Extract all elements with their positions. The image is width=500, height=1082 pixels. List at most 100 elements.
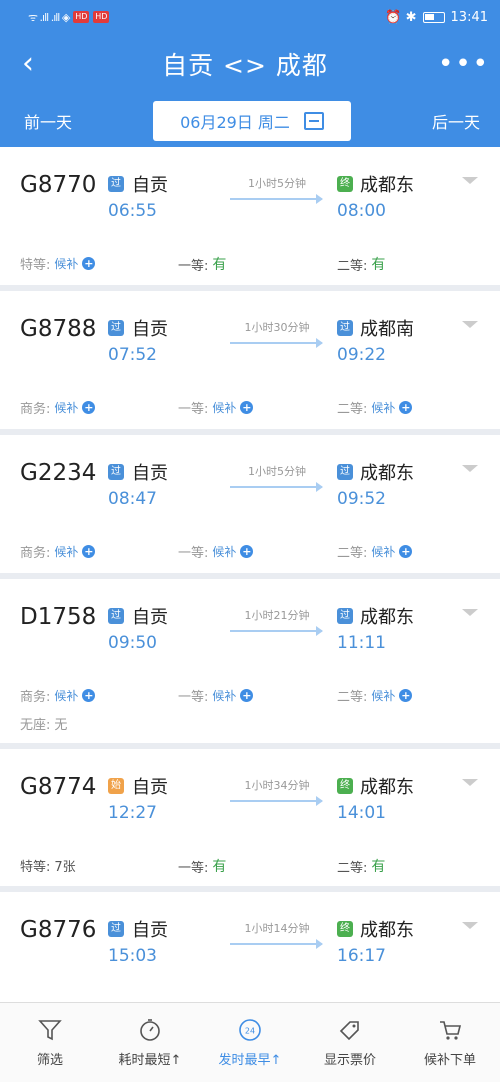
seat-status: 候补 — [54, 257, 79, 271]
train-list: G8770 过自贡 06:55 1小时5分钟终成都东 08:00 特等: 候补 + 一等: 有二等… — [0, 147, 500, 1002]
station-type-icon: 终 — [337, 921, 353, 937]
nav-item-price-tag[interactable]: 显示票价 — [300, 1003, 400, 1082]
travel-duration: 1小时34分钟 — [244, 779, 310, 792]
travel-duration: 1小时5分钟 — [248, 177, 306, 190]
bottom-nav: 筛选 耗时最短↑ 24 发时最早↑ 显示票价 候补下单 — [0, 1002, 500, 1082]
departure-time: 15:03 — [108, 946, 157, 966]
plus-icon[interactable]: + — [82, 545, 96, 558]
plus-icon[interactable]: + — [82, 689, 96, 702]
seat-status: 候补 — [212, 689, 237, 703]
plus-icon[interactable]: + — [399, 401, 413, 414]
nav-label: 发时最早↑ — [218, 1053, 282, 1068]
seat-availability[interactable]: 一等: 候补 + — [178, 686, 254, 705]
train-card[interactable]: G8788 过自贡 07:52 1小时30分钟过成都南 09:22 商务: 候补 + 一等: 候补… — [0, 291, 500, 429]
station-type-icon: 终 — [337, 778, 353, 794]
departure-time: 08:47 — [108, 489, 157, 509]
arrival-time: 09:22 — [337, 345, 386, 365]
departure-station: 自贡 — [132, 319, 168, 340]
arrow-icon — [230, 939, 323, 949]
train-card[interactable]: G8776 过自贡 15:03 1小时14分钟 终成都东 16:17 — [0, 892, 500, 1002]
station-type-icon: 过 — [337, 464, 353, 480]
back-icon[interactable]: ‹ — [22, 49, 52, 79]
nav-item-clock24[interactable]: 24 发时最早↑ — [200, 1003, 300, 1082]
arrival-time: 09:52 — [337, 489, 386, 509]
status-left: ᯤ .ıll .ıll ◈ HD HD — [28, 10, 110, 25]
plus-icon[interactable]: + — [240, 545, 254, 558]
seat-availability: 二等: 有 — [337, 856, 385, 876]
seat-class-label: 一等: — [178, 402, 209, 417]
chevron-down-icon[interactable] — [462, 922, 478, 929]
seat-availability[interactable]: 商务: 候补 + — [20, 398, 96, 417]
plus-icon[interactable]: + — [82, 401, 96, 414]
seat-availability[interactable]: 特等: 候补 + — [20, 254, 96, 273]
seat-class-label: 无座: — [20, 718, 51, 733]
chevron-down-icon[interactable] — [462, 465, 478, 472]
seat-class-label: 特等: — [20, 258, 51, 273]
nav-item-cart[interactable]: 候补下单 — [400, 1003, 500, 1082]
plus-icon[interactable]: + — [399, 545, 413, 558]
plus-icon[interactable]: + — [82, 257, 96, 270]
arrival-station: 成都东 — [360, 607, 414, 628]
seat-status: 候补 — [371, 689, 396, 703]
plus-icon[interactable]: + — [399, 689, 413, 702]
seat-availability[interactable]: 一等: 候补 + — [178, 542, 254, 561]
train-card[interactable]: G8770 过自贡 06:55 1小时5分钟终成都东 08:00 特等: 候补 + 一等: 有二等… — [0, 147, 500, 285]
departure-time: 12:27 — [108, 803, 157, 823]
filter-icon — [37, 1017, 63, 1043]
seat-availability[interactable]: 商务: 候补 + — [20, 686, 96, 705]
seat-class-label: 商务: — [20, 690, 51, 705]
seat-status: 有 — [212, 257, 227, 273]
more-icon[interactable]: ••• — [438, 51, 488, 77]
arrival-time: 11:11 — [337, 633, 386, 653]
station-type-icon: 过 — [337, 320, 353, 336]
seat-availability: 一等: 有 — [178, 856, 226, 876]
seat-class-label: 二等: — [337, 546, 368, 561]
date-picker[interactable]: 06月29日 周二 — [153, 100, 351, 141]
arrival-time: 16:17 — [337, 946, 386, 966]
hd-badge-icon: HD — [73, 11, 90, 23]
chevron-down-icon[interactable] — [462, 177, 478, 184]
station-type-icon: 始 — [108, 778, 124, 794]
train-number: G8776 — [20, 917, 97, 943]
station-type-icon: 过 — [337, 608, 353, 624]
seat-class-label: 二等: — [337, 860, 368, 876]
seat-status: 无 — [54, 718, 68, 733]
train-number: G2234 — [20, 460, 97, 486]
departure-station: 自贡 — [132, 607, 168, 628]
train-card[interactable]: G8774 始自贡 12:27 1小时34分钟终成都东 14:01 特等: 7张 一等: 有二等… — [0, 749, 500, 886]
seat-availability[interactable]: 二等: 候补 + — [337, 686, 413, 705]
nav-item-filter[interactable]: 筛选 — [0, 1003, 100, 1082]
seat-availability[interactable]: 商务: 候补 + — [20, 542, 96, 561]
seat-availability[interactable]: 一等: 候补 + — [178, 398, 254, 417]
seat-class-label: 一等: — [178, 690, 209, 705]
date-bar: 前一天 06月29日 周二 后一天 — [0, 94, 500, 147]
chevron-down-icon[interactable] — [462, 779, 478, 786]
train-number: D1758 — [20, 604, 97, 630]
svg-text:24: 24 — [245, 1027, 255, 1036]
seat-status: 候补 — [54, 689, 79, 703]
seat-count: 7张 — [54, 860, 76, 875]
station-type-icon: 过 — [108, 464, 124, 480]
chevron-down-icon[interactable] — [462, 321, 478, 328]
seat-class-label: 一等: — [178, 546, 209, 561]
seat-availability[interactable]: 二等: 候补 + — [337, 542, 413, 561]
train-number: G8770 — [20, 172, 97, 198]
nav-item-timer[interactable]: 耗时最短↑ — [100, 1003, 200, 1082]
train-card[interactable]: D1758 过自贡 09:50 1小时21分钟过成都东 11:11 商务: 候补 + 一等: 候补… — [0, 579, 500, 743]
nav-label: 筛选 — [36, 1053, 63, 1068]
travel-duration: 1小时30分钟 — [244, 321, 310, 334]
seat-status: 有 — [371, 859, 386, 875]
plus-icon[interactable]: + — [240, 689, 254, 702]
plus-icon[interactable]: + — [240, 401, 254, 414]
train-card[interactable]: G2234 过自贡 08:47 1小时5分钟过成都东 09:52 商务: 候补 + 一等: 候补 +… — [0, 435, 500, 573]
prev-day-button[interactable]: 前一天 — [24, 109, 72, 133]
arrow-icon — [230, 626, 323, 636]
chevron-down-icon[interactable] — [462, 609, 478, 616]
next-day-button[interactable]: 后一天 — [432, 109, 480, 133]
seat-status: 候补 — [212, 545, 237, 559]
arrival-station: 成都东 — [360, 777, 414, 798]
seat-availability[interactable]: 二等: 候补 + — [337, 398, 413, 417]
seat-availability: 无座: 无 — [20, 714, 67, 733]
arrival-station: 成都东 — [360, 463, 414, 484]
station-type-icon: 过 — [108, 608, 124, 624]
